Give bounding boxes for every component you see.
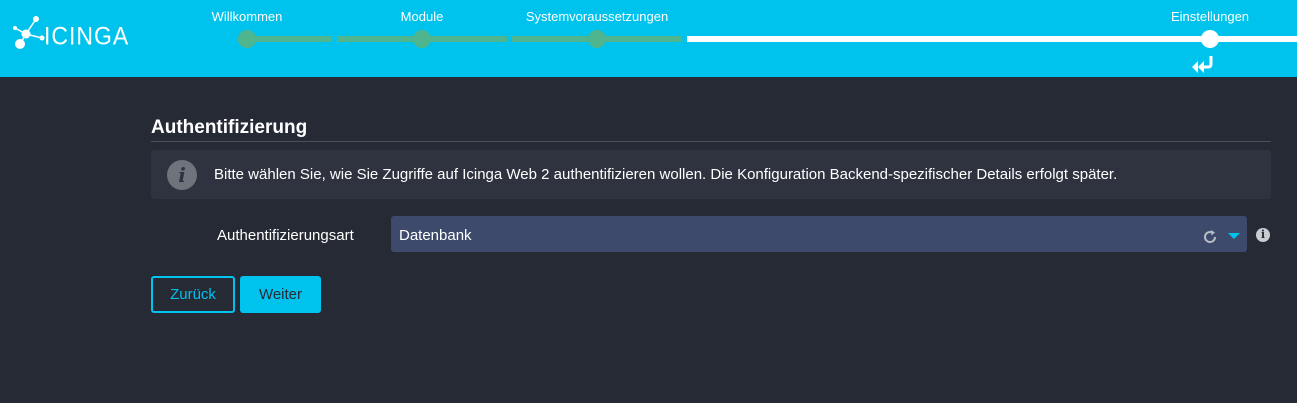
header-bar: ICINGA Willkommen Module Systemvorausset…: [0, 0, 1297, 77]
step-dot-settings: [1201, 30, 1219, 48]
info-text: Bitte wählen Sie, wie Sie Zugriffe auf I…: [214, 166, 1118, 183]
refresh-icon[interactable]: [1202, 229, 1218, 245]
auth-type-value[interactable]: Datenbank: [399, 227, 472, 244]
title-divider: [151, 141, 1271, 142]
double-return-arrow-icon: [1192, 56, 1213, 73]
auth-type-select[interactable]: [391, 216, 1247, 252]
page-title: Authentifizierung: [151, 117, 308, 138]
step-label-modules: Module: [400, 9, 444, 24]
auth-type-label: Authentifizierungsart: [217, 227, 354, 244]
step-dot-welcome[interactable]: [238, 30, 256, 48]
next-button[interactable]: Weiter: [240, 276, 321, 313]
step-label-settings: Einstellungen: [1170, 9, 1250, 24]
back-button[interactable]: Zurück: [151, 276, 235, 313]
step-label-welcome: Willkommen: [211, 9, 283, 24]
info-icon: i: [167, 160, 197, 190]
step-dot-modules[interactable]: [413, 30, 431, 48]
step-dot-requirements[interactable]: [588, 30, 606, 48]
step-label-requirements: Systemvoraussetzungen: [525, 9, 669, 24]
wizard-steps: Willkommen Module Systemvoraussetzungen …: [0, 0, 1297, 77]
chevron-down-icon[interactable]: [1228, 233, 1240, 239]
help-icon[interactable]: i: [1256, 228, 1270, 242]
